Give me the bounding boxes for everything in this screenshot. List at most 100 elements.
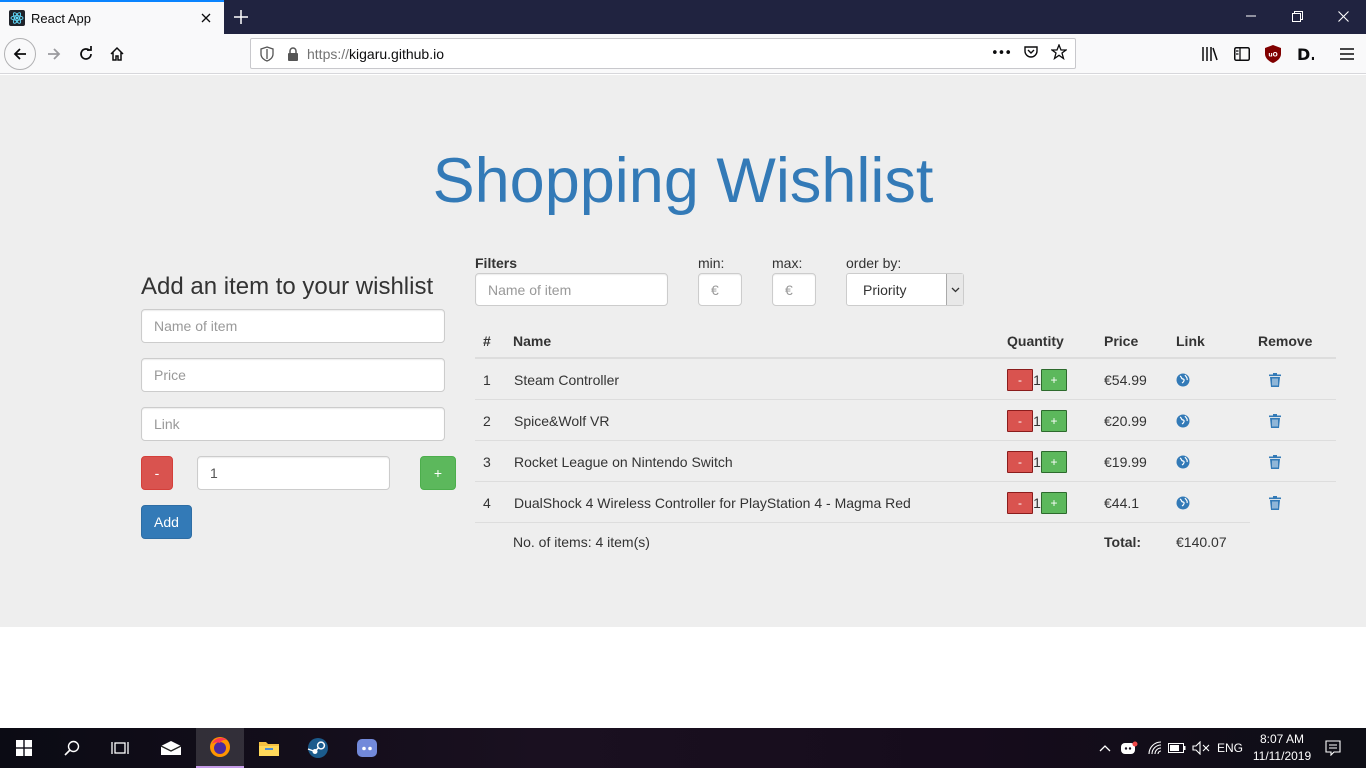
url-text[interactable]: https://kigaru.github.io — [307, 46, 991, 62]
item-name-input[interactable]: Name of item — [141, 309, 445, 343]
filters-label: Filters — [475, 255, 518, 271]
row-number: 2 — [483, 412, 491, 429]
trash-icon[interactable] — [1269, 441, 1281, 482]
pocket-icon[interactable] — [1023, 44, 1039, 64]
sidebar-icon[interactable] — [1233, 45, 1251, 63]
row-number: 3 — [483, 453, 491, 470]
quantity-input[interactable]: 1 — [197, 456, 390, 490]
globe-icon[interactable] — [1176, 400, 1190, 441]
trash-icon[interactable] — [1269, 482, 1281, 523]
item-link-input[interactable]: Link — [141, 407, 445, 441]
battery-icon[interactable] — [1166, 728, 1188, 768]
max-price-input[interactable]: € — [772, 273, 816, 306]
row-price: €19.99 — [1104, 453, 1147, 470]
globe-icon[interactable] — [1176, 441, 1190, 482]
steam-icon[interactable] — [294, 728, 342, 768]
close-window-button[interactable] — [1320, 0, 1366, 32]
system-clock[interactable]: 8:07 AM 11/11/2019 — [1246, 731, 1318, 765]
page-actions-icon[interactable]: ••• — [991, 46, 1012, 61]
table-row: 1 Steam Controller - 1 + €54.99 — [475, 359, 1336, 400]
language-indicator[interactable]: ENG — [1214, 728, 1246, 768]
wifi-icon[interactable] — [1144, 728, 1166, 768]
row-increase-button[interactable]: + — [1041, 450, 1067, 473]
task-view-icon[interactable] — [96, 728, 144, 768]
shield-icon[interactable] — [259, 45, 275, 62]
home-icon[interactable] — [101, 38, 133, 70]
min-price-input[interactable]: € — [698, 273, 742, 306]
row-decrease-button[interactable]: - — [1007, 409, 1033, 432]
tab-title: React App — [31, 10, 91, 26]
row-increase-button[interactable]: + — [1041, 491, 1067, 514]
file-explorer-icon[interactable] — [245, 728, 293, 768]
dashlane-icon[interactable]: D. — [1296, 45, 1314, 63]
row-name: DualShock 4 Wireless Controller for Play… — [514, 494, 911, 511]
add-item-heading: Add an item to your wishlist — [141, 273, 434, 300]
forward-button[interactable] — [38, 38, 70, 70]
row-quantity: - 1 + — [1007, 400, 1067, 441]
max-label: max: — [772, 255, 803, 271]
bookmark-star-icon[interactable] — [1050, 42, 1068, 64]
discord-tray-icon[interactable] — [1118, 728, 1140, 768]
react-icon — [9, 10, 25, 26]
reload-icon[interactable] — [70, 38, 102, 70]
url-bar[interactable]: https://kigaru.github.io ••• — [250, 38, 1076, 69]
col-header-name: Name — [513, 333, 552, 349]
row-price: €20.99 — [1104, 412, 1147, 429]
row-quantity-value: 1 — [1033, 371, 1041, 388]
min-label: min: — [698, 255, 725, 271]
add-button[interactable]: Add — [141, 505, 192, 539]
restore-button[interactable] — [1274, 0, 1320, 32]
trash-icon[interactable] — [1269, 400, 1281, 441]
back-button[interactable] — [4, 38, 36, 70]
row-price: €54.99 — [1104, 371, 1147, 388]
volume-muted-icon[interactable] — [1190, 728, 1212, 768]
taskbar: ENG 8:07 AM 11/11/2019 — [0, 728, 1366, 768]
row-increase-button[interactable]: + — [1041, 368, 1067, 391]
mail-icon[interactable] — [147, 728, 195, 768]
trash-icon[interactable] — [1269, 359, 1281, 400]
chevron-up-icon[interactable] — [1096, 728, 1114, 768]
row-decrease-button[interactable]: - — [1007, 368, 1033, 391]
row-decrease-button[interactable]: - — [1007, 450, 1033, 473]
item-count: No. of items: 4 item(s) — [513, 534, 650, 550]
col-header-price: Price — [1104, 333, 1139, 349]
row-quantity: - 1 + — [1007, 482, 1067, 523]
decrease-quantity-button[interactable]: - — [141, 456, 173, 490]
row-name: Spice&Wolf VR — [514, 412, 610, 429]
order-by-label: order by: — [846, 255, 902, 271]
close-tab-icon[interactable] — [198, 10, 214, 26]
chevron-down-icon[interactable] — [946, 274, 963, 305]
minimize-button[interactable] — [1228, 0, 1274, 32]
windows-start-icon[interactable] — [0, 728, 48, 768]
browser-navbar: https://kigaru.github.io ••• uO D. — [0, 34, 1366, 74]
globe-icon[interactable] — [1176, 482, 1190, 523]
filter-name-input[interactable]: Name of item — [475, 273, 668, 306]
ublock-icon[interactable]: uO — [1264, 45, 1282, 63]
notification-icon[interactable] — [1322, 728, 1344, 768]
increase-quantity-button[interactable]: + — [420, 456, 456, 490]
menu-icon[interactable] — [1338, 45, 1356, 63]
browser-titlebar: React App — [0, 0, 1366, 34]
clock-date: 11/11/2019 — [1252, 749, 1312, 763]
table-footer: No. of items: 4 item(s) Total: €140.07 — [475, 522, 1250, 562]
row-quantity-value: 1 — [1033, 494, 1041, 511]
svg-text:uO: uO — [1268, 52, 1277, 59]
row-quantity: - 1 + — [1007, 359, 1067, 400]
search-icon[interactable] — [48, 728, 96, 768]
lock-icon[interactable] — [285, 46, 301, 62]
discord-icon[interactable] — [343, 728, 391, 768]
new-tab-button[interactable] — [230, 6, 252, 28]
order-by-value: Priority — [863, 281, 907, 298]
library-icon[interactable] — [1201, 45, 1219, 63]
row-quantity-value: 1 — [1033, 453, 1041, 470]
globe-icon[interactable] — [1176, 359, 1190, 400]
row-increase-button[interactable]: + — [1041, 409, 1067, 432]
row-number: 1 — [483, 371, 491, 388]
firefox-taskbar-icon[interactable] — [196, 728, 244, 768]
browser-tab[interactable]: React App — [0, 0, 224, 34]
row-decrease-button[interactable]: - — [1007, 491, 1033, 514]
order-by-select[interactable]: Priority — [846, 273, 964, 306]
item-price-input[interactable]: Price — [141, 358, 445, 392]
row-name: Steam Controller — [514, 371, 620, 388]
row-quantity-value: 1 — [1033, 412, 1041, 429]
